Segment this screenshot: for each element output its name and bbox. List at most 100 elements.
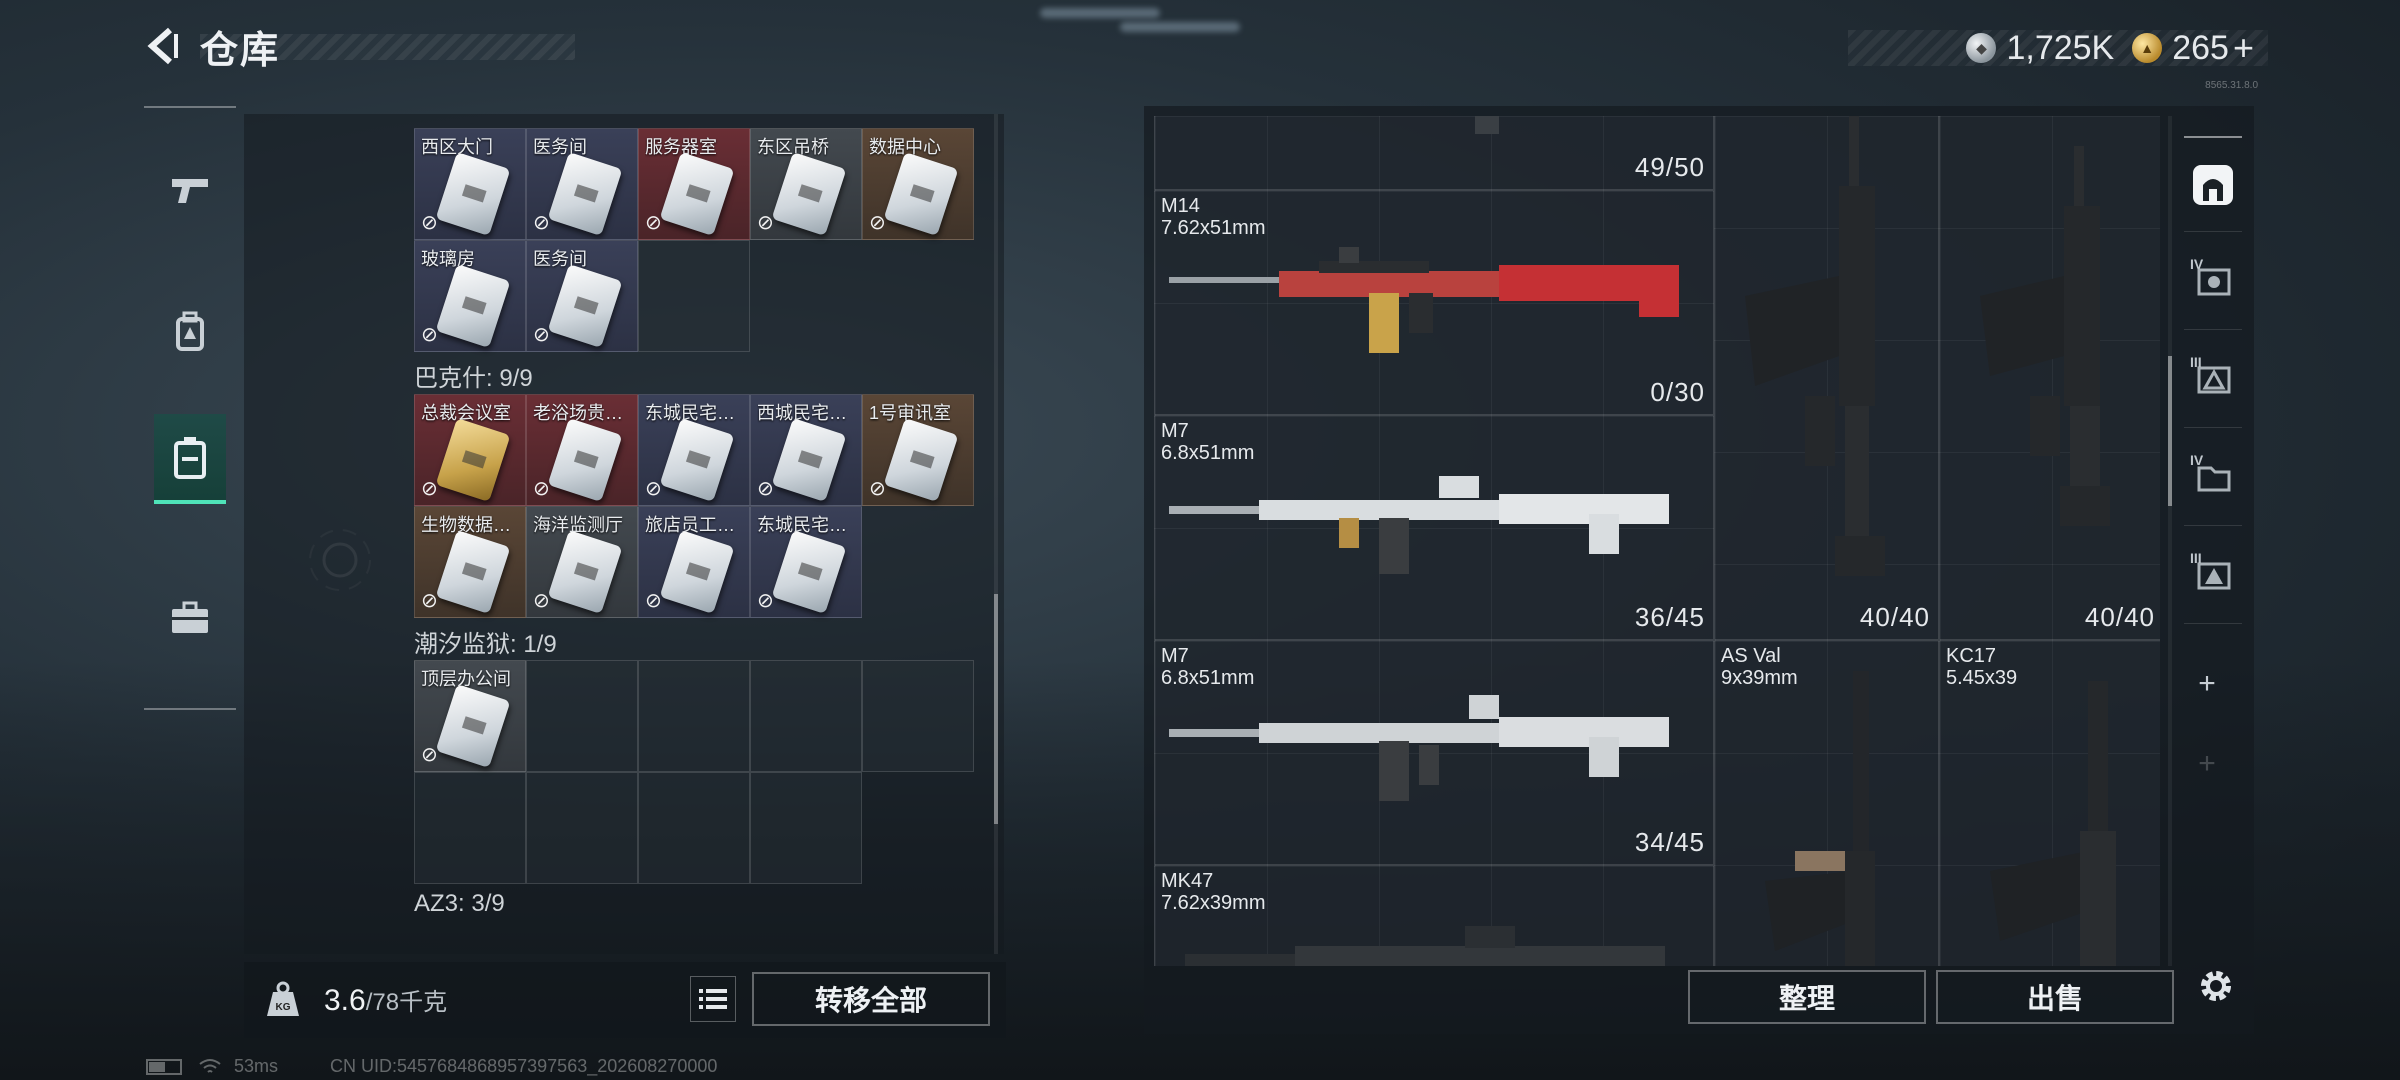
no-bind-icon: ⊘ bbox=[757, 590, 774, 612]
weapon-grid[interactable]: 49/50 M14 7.62x51mm 0/30 M7 6.8x51mm 36/… bbox=[1154, 116, 2160, 966]
keycard-item[interactable]: 西城民宅… ⊘ bbox=[750, 394, 862, 506]
scrollbar-thumb[interactable] bbox=[994, 594, 998, 824]
weapon-filter-tabs: IV III IV III + + bbox=[2180, 116, 2246, 966]
ceiling-light bbox=[1040, 8, 1160, 18]
weapon-slot-m14[interactable]: M14 7.62x51mm 0/30 bbox=[1154, 190, 1714, 415]
tier-label: IV bbox=[2190, 256, 2204, 272]
keycard-label: 西区大门 bbox=[421, 137, 493, 157]
no-bind-icon: ⊘ bbox=[757, 212, 774, 234]
status-bar: 53ms CN UID:5457684868957397563_20260827… bbox=[146, 1056, 717, 1077]
weapon-slot-mk47[interactable]: MK47 7.62x39mm bbox=[1154, 865, 1714, 966]
no-bind-icon: ⊘ bbox=[421, 324, 438, 346]
weapon-slot[interactable]: 40/40 bbox=[1714, 116, 1939, 640]
tab-tier3-misc[interactable]: III bbox=[2184, 528, 2242, 624]
weapon-slot-m7[interactable]: M7 6.8x51mm 36/45 bbox=[1154, 415, 1714, 640]
rail-weapons[interactable] bbox=[154, 144, 226, 234]
empty-slot[interactable] bbox=[638, 660, 750, 772]
m14-rifle-image bbox=[1169, 247, 1679, 353]
empty-slot[interactable] bbox=[750, 772, 862, 884]
rail-keycards[interactable] bbox=[154, 414, 226, 504]
silver-coin-icon: ◆ bbox=[1966, 33, 1997, 63]
empty-slot[interactable] bbox=[862, 660, 974, 772]
keycard-item[interactable]: 西区大门 ⊘ bbox=[414, 128, 526, 240]
keycard-item[interactable]: 东区吊桥 ⊘ bbox=[750, 128, 862, 240]
no-bind-icon: ⊘ bbox=[421, 590, 438, 612]
weight-current: 3.6 bbox=[324, 984, 366, 1017]
weapon-slot-m7[interactable]: M7 6.8x51mm 34/45 bbox=[1154, 640, 1714, 865]
wifi-icon bbox=[199, 1058, 221, 1073]
no-bind-icon: ⊘ bbox=[421, 744, 438, 766]
keycard-image bbox=[883, 418, 959, 502]
empty-slot[interactable] bbox=[526, 660, 638, 772]
empty-slot[interactable] bbox=[526, 772, 638, 884]
list-icon bbox=[699, 989, 727, 1009]
keycard-label: 老浴场贵… bbox=[533, 403, 623, 423]
keycard-label: 服务器室 bbox=[645, 137, 717, 157]
keycard-item[interactable]: 总裁会议室 ⊘ bbox=[414, 394, 526, 506]
keycard-item[interactable]: 生物数据… ⊘ bbox=[414, 506, 526, 618]
back-arrow-icon bbox=[147, 27, 178, 65]
keycard-item[interactable]: 老浴场贵… ⊘ bbox=[526, 394, 638, 506]
keycard-item[interactable]: 顶层办公间 ⊘ bbox=[414, 660, 526, 772]
tier-label: III bbox=[2190, 550, 2202, 566]
keycard-image bbox=[547, 418, 623, 502]
keycard-scrollbar[interactable] bbox=[994, 114, 998, 954]
keycard-item[interactable]: 海洋监测厅 ⊘ bbox=[526, 506, 638, 618]
no-bind-icon: ⊘ bbox=[645, 212, 662, 234]
keycard-image bbox=[435, 530, 511, 614]
section-title: AZ3: 3/9 bbox=[414, 890, 505, 917]
keycard-label: 玻璃房 bbox=[421, 249, 475, 269]
weapon-model: MK47 bbox=[1161, 870, 1214, 892]
weapon-slot[interactable]: 49/50 bbox=[1154, 116, 1714, 190]
tab-tier4-storage[interactable]: IV bbox=[2184, 430, 2242, 526]
tab-tier3-ammo[interactable]: III bbox=[2184, 332, 2242, 428]
tab-all-items[interactable] bbox=[2184, 136, 2242, 232]
scrollbar-thumb[interactable] bbox=[2168, 356, 2172, 506]
weapon-ammo-count: 34/45 bbox=[1634, 827, 1705, 857]
keycard-item[interactable]: 东城民宅… ⊘ bbox=[750, 506, 862, 618]
no-bind-icon: ⊘ bbox=[533, 324, 550, 346]
gold-currency[interactable]: ▲ 265 + bbox=[2132, 27, 2254, 69]
rail-equipment[interactable] bbox=[154, 286, 226, 376]
empty-slot[interactable] bbox=[750, 660, 862, 772]
no-bind-icon: ⊘ bbox=[757, 478, 774, 500]
add-gold-button[interactable]: + bbox=[2233, 27, 2254, 69]
weapon-model: M7 bbox=[1161, 645, 1189, 667]
empty-slot[interactable] bbox=[638, 240, 750, 352]
weapon-slot[interactable]: 40/40 bbox=[1939, 116, 2160, 640]
silver-currency[interactable]: ◆ 1,725K bbox=[1966, 29, 2114, 68]
weapon-model: M7 bbox=[1161, 420, 1189, 442]
back-button[interactable] bbox=[140, 22, 188, 70]
keycard-item[interactable]: 医务间 ⊘ bbox=[526, 128, 638, 240]
weapon-slot-kc17[interactable]: KC17 5.45x39 bbox=[1939, 640, 2160, 966]
keycard-label: 西城民宅… bbox=[757, 403, 847, 423]
transfer-all-button[interactable]: 转移全部 bbox=[752, 972, 990, 1026]
sell-button[interactable]: 出售 bbox=[1936, 970, 2174, 1024]
weapon-slot-as-val[interactable]: AS Val 9x39mm bbox=[1714, 640, 1939, 966]
empty-slot[interactable] bbox=[638, 772, 750, 884]
m7-rifle-image bbox=[1169, 695, 1669, 801]
weapon-ammo-count: 0/30 bbox=[1650, 377, 1705, 407]
keycard-item[interactable]: 玻璃房 ⊘ bbox=[414, 240, 526, 352]
keycard-item[interactable]: 服务器室 ⊘ bbox=[638, 128, 750, 240]
rail-cases[interactable] bbox=[154, 572, 226, 662]
organize-button[interactable]: 整理 bbox=[1688, 970, 1926, 1024]
section-title: 巴克什: 9/9 bbox=[414, 365, 533, 392]
keycard-image bbox=[435, 684, 511, 768]
settings-button[interactable] bbox=[2188, 958, 2244, 1014]
keycard-item[interactable]: 东城民宅… ⊘ bbox=[638, 394, 750, 506]
keycard-item[interactable]: 医务间 ⊘ bbox=[526, 240, 638, 352]
weapon-model: M14 bbox=[1161, 195, 1200, 217]
tab-tier4-attachments[interactable]: IV bbox=[2184, 234, 2242, 330]
keycard-list[interactable]: 西区大门 ⊘ 医务间 ⊘ 服务器室 ⊘ 东区吊桥 ⊘ 数据中心 ⊘ 玻璃房 ⊘ 医务间 ⊘ 巴克什: 9/9… bbox=[414, 128, 980, 958]
weapon-scrollbar[interactable] bbox=[2168, 116, 2172, 966]
keycard-item[interactable]: 数据中心 ⊘ bbox=[862, 128, 974, 240]
keycard-item[interactable]: 1号审讯室 ⊘ bbox=[862, 394, 974, 506]
list-view-button[interactable] bbox=[690, 976, 736, 1022]
keycard-item[interactable]: 旅店员工… ⊘ bbox=[638, 506, 750, 618]
empty-slot[interactable] bbox=[414, 772, 526, 884]
keycard-label: 生物数据… bbox=[421, 515, 511, 535]
briefcase-icon bbox=[172, 601, 208, 633]
weapon-ammo-count: 40/40 bbox=[1859, 602, 1930, 632]
gold-amount: 265 bbox=[2172, 28, 2229, 67]
